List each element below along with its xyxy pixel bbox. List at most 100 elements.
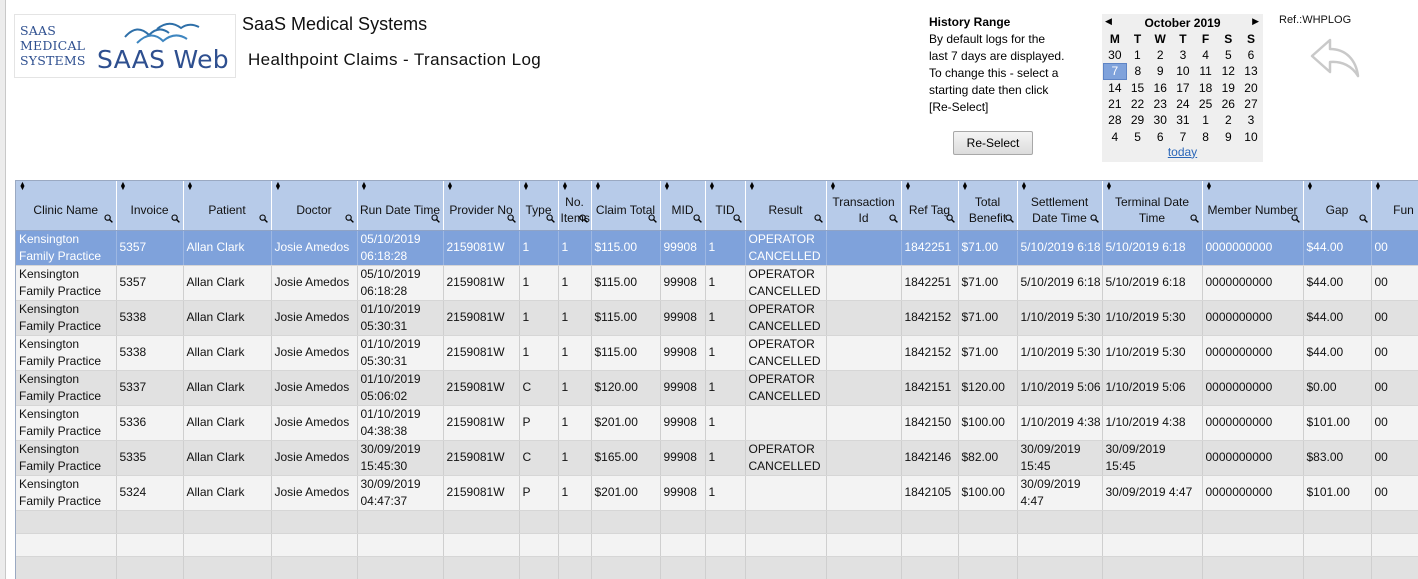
sort-arrows-icon[interactable]: ▲ ▼ [120, 181, 127, 192]
calendar-day[interactable]: 20 [1240, 80, 1263, 96]
column-filter-search-icon[interactable] [545, 211, 555, 227]
sort-arrows-icon[interactable]: ▲ ▼ [187, 181, 194, 192]
calendar-day[interactable]: 1 [1126, 47, 1149, 63]
sort-arrows-icon[interactable]: ▲ ▼ [749, 181, 756, 192]
table-row[interactable]: Kensington Family Practice 5338 Allan Clar… [16, 335, 1418, 371]
column-filter-search-icon[interactable] [1189, 211, 1199, 227]
sort-arrows-icon[interactable]: ▲ ▼ [709, 181, 716, 192]
calendar-day[interactable]: 25 [1194, 96, 1217, 112]
column-filter-search-icon[interactable] [506, 211, 516, 227]
calendar-day[interactable]: 11 [1194, 63, 1217, 79]
calendar-day[interactable]: 31 [1172, 112, 1195, 128]
column-filter-search-icon[interactable] [170, 211, 180, 227]
table-row[interactable]: Kensington Family Practice 5357 Allan Clar… [16, 265, 1418, 301]
column-filter-search-icon[interactable] [1089, 211, 1099, 227]
sort-arrows-icon[interactable]: ▲ ▼ [275, 181, 282, 192]
column-filter-search-icon[interactable] [578, 211, 588, 227]
column-header[interactable]: ▲ ▼ Provider No [443, 181, 520, 231]
calendar-day[interactable]: 27 [1240, 96, 1263, 112]
column-header[interactable]: ▲ ▼ Doctor [271, 181, 358, 231]
calendar-day[interactable]: 16 [1149, 80, 1172, 96]
calendar-day[interactable]: 5 [1126, 128, 1149, 144]
column-header[interactable]: ▲ ▼ Result [745, 181, 827, 231]
column-header[interactable]: ▲ ▼ Ref Tag [901, 181, 959, 231]
calendar-day[interactable]: 13 [1240, 63, 1263, 79]
table-row[interactable]: Kensington Family Practice 5335 Allan Clar… [16, 440, 1418, 476]
calendar-day[interactable]: 3 [1172, 47, 1195, 63]
sort-arrows-icon[interactable]: ▲ ▼ [830, 181, 837, 192]
column-header[interactable]: ▲ ▼ Fun [1371, 181, 1418, 231]
column-filter-search-icon[interactable] [647, 211, 657, 227]
sort-arrows-icon[interactable]: ▲ ▼ [1307, 181, 1314, 192]
column-header[interactable]: ▲ ▼ Run Date Time [357, 181, 444, 231]
calendar-day[interactable]: 6 [1240, 47, 1263, 63]
calendar-day[interactable]: 24 [1172, 96, 1195, 112]
column-header[interactable]: ▲ ▼ Type [519, 181, 559, 231]
column-header[interactable]: ▲ ▼ TID [705, 181, 746, 231]
table-row[interactable]: Kensington Family Practice 5336 Allan Clar… [16, 405, 1418, 441]
column-filter-search-icon[interactable] [888, 211, 898, 227]
sort-arrows-icon[interactable]: ▲ ▼ [523, 181, 530, 192]
column-filter-search-icon[interactable] [945, 211, 955, 227]
column-filter-search-icon[interactable] [430, 211, 440, 227]
calendar-day[interactable]: 6 [1149, 128, 1172, 144]
table-row[interactable]: Kensington Family Practice 5338 Allan Clar… [16, 300, 1418, 336]
sort-arrows-icon[interactable]: ▲ ▼ [19, 181, 26, 192]
sort-arrows-icon[interactable]: ▲ ▼ [905, 181, 912, 192]
sort-arrows-icon[interactable]: ▲ ▼ [1375, 181, 1382, 192]
calendar-day[interactable]: 4 [1194, 47, 1217, 63]
calendar-day[interactable]: 9 [1217, 128, 1240, 144]
calendar-day[interactable]: 14 [1104, 80, 1127, 96]
column-header[interactable]: ▲ ▼ Gap [1303, 181, 1372, 231]
calendar-day[interactable]: 18 [1194, 80, 1217, 96]
column-header[interactable]: ▲ ▼ No. Items [558, 181, 592, 231]
column-header[interactable]: ▲ ▼ Patient [183, 181, 272, 231]
calendar-day[interactable]: 3 [1240, 112, 1263, 128]
calendar-day[interactable]: 8 [1126, 63, 1149, 79]
column-header[interactable]: ▲ ▼ Terminal Date Time [1102, 181, 1203, 231]
calendar-day[interactable]: 4 [1104, 128, 1127, 144]
column-filter-search-icon[interactable] [732, 211, 742, 227]
sort-arrows-icon[interactable]: ▲ ▼ [962, 181, 969, 192]
column-filter-search-icon[interactable] [103, 211, 113, 227]
today-link[interactable]: today [1102, 145, 1263, 159]
column-header[interactable]: ▲ ▼ Clinic Name [16, 181, 117, 231]
calendar-day[interactable]: 26 [1217, 96, 1240, 112]
sort-arrows-icon[interactable]: ▲ ▼ [664, 181, 671, 192]
calendar-day[interactable]: 2 [1149, 47, 1172, 63]
calendar-day[interactable]: 12 [1217, 63, 1240, 79]
sort-arrows-icon[interactable]: ▲ ▼ [595, 181, 602, 192]
calendar-day[interactable]: 10 [1172, 63, 1195, 79]
column-filter-search-icon[interactable] [813, 211, 823, 227]
calendar-day[interactable]: 21 [1104, 96, 1127, 112]
column-filter-search-icon[interactable] [258, 211, 268, 227]
back-arrow-icon[interactable] [1308, 36, 1360, 80]
sort-arrows-icon[interactable]: ▲ ▼ [1106, 181, 1113, 192]
sort-arrows-icon[interactable]: ▲ ▼ [1021, 181, 1028, 192]
reselect-button[interactable]: Re-Select [953, 131, 1033, 155]
calendar-day[interactable]: 19 [1217, 80, 1240, 96]
calendar-day[interactable]: 2 [1217, 112, 1240, 128]
next-month-icon[interactable]: ▶ [1252, 16, 1259, 27]
calendar-day[interactable]: 23 [1149, 96, 1172, 112]
calendar-day[interactable]: 7 [1103, 62, 1127, 81]
column-header[interactable]: ▲ ▼ Claim Total [591, 181, 661, 231]
column-header[interactable]: ▲ ▼ Member Number [1202, 181, 1304, 231]
column-filter-search-icon[interactable] [344, 211, 354, 227]
column-header[interactable]: ▲ ▼ Total Benefit [958, 181, 1018, 231]
calendar-day[interactable]: 28 [1104, 112, 1127, 128]
sort-arrows-icon[interactable]: ▲ ▼ [447, 181, 454, 192]
column-header[interactable]: ▲ ▼ Invoice [116, 181, 184, 231]
sort-arrows-icon[interactable]: ▲ ▼ [361, 181, 368, 192]
calendar-day[interactable]: 8 [1194, 128, 1217, 144]
calendar-day[interactable]: 17 [1172, 80, 1195, 96]
table-row[interactable]: Kensington Family Practice 5357 Allan Clar… [16, 230, 1418, 266]
column-filter-search-icon[interactable] [692, 211, 702, 227]
column-header[interactable]: ▲ ▼ Transaction Id [826, 181, 902, 231]
table-row[interactable]: Kensington Family Practice 5324 Allan Clar… [16, 475, 1418, 511]
calendar-day[interactable]: 22 [1126, 96, 1149, 112]
column-header[interactable]: ▲ ▼ Settlement Date Time [1017, 181, 1103, 231]
calendar-day[interactable]: 29 [1126, 112, 1149, 128]
calendar-day[interactable]: 5 [1217, 47, 1240, 63]
table-row[interactable]: Kensington Family Practice 5337 Allan Clar… [16, 370, 1418, 406]
